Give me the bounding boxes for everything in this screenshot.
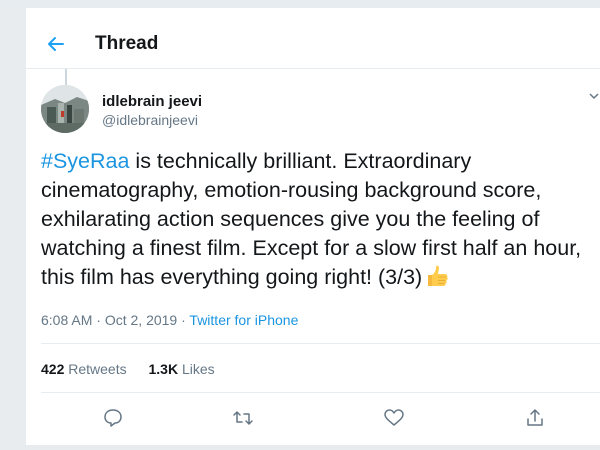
tweet-source-link[interactable]: Twitter for iPhone [189,312,298,328]
stats-divider-top [41,343,600,344]
meta-separator: · [92,312,105,328]
page-title: Thread [95,33,159,54]
likes-stat[interactable]: 1.3K Likes [149,361,215,377]
author-display-name[interactable]: idlebrain jeevi [102,93,202,110]
retweets-count: 422 [41,361,65,377]
header-divider [26,68,600,69]
thread-connector-line [65,69,67,85]
tweet-text: #SyeRaa is technically brilliant. Extrao… [41,147,591,292]
author-handle[interactable]: @idlebrainjeevi [102,112,198,128]
thread-header: Thread [26,24,600,64]
tweet-meta: 6:08 AM · Oct 2, 2019 · Twitter for iPho… [41,312,298,328]
retweet-icon[interactable] [232,407,254,429]
avatar[interactable] [41,85,89,133]
thumbs-up-icon [422,265,450,287]
bottom-band [0,446,600,450]
likes-count: 1.3K [148,361,179,377]
chevron-down-icon[interactable] [588,90,600,102]
reply-icon[interactable] [102,407,124,429]
tweet-stats: 422 Retweets 1.3K Likes [41,361,233,377]
heart-icon[interactable] [383,407,405,429]
top-band [0,0,600,8]
tweet-time[interactable]: 6:08 AM [41,312,92,328]
hashtag-link[interactable]: #SyeRaa [41,149,129,173]
likes-label: Likes [181,361,215,377]
retweets-stat[interactable]: 422 Retweets [41,361,127,377]
stats-divider-bottom [41,392,600,393]
thread-panel: Thread idlebrain jeevi @idlebrainjeevi #… [25,8,600,446]
back-arrow-icon[interactable] [46,34,66,54]
retweets-label: Retweets [68,361,127,377]
tweet-date[interactable]: Oct 2, 2019 [105,312,177,328]
meta-separator: · [177,312,190,328]
share-icon[interactable] [524,407,546,429]
